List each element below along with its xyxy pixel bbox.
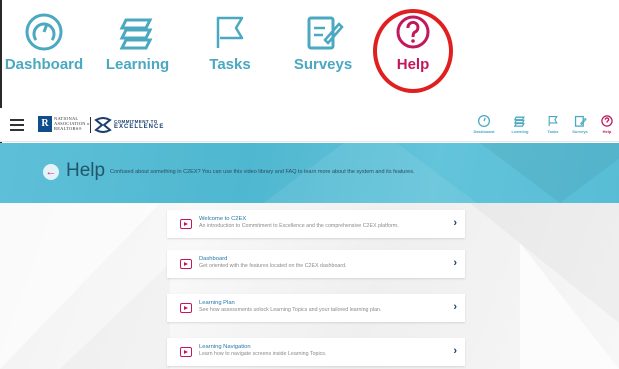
nav-tasks-label: Tasks [209, 56, 251, 73]
c2ex-logo-icon [94, 117, 112, 133]
highlight-circle [373, 9, 453, 93]
surveys-edit-icon [574, 115, 587, 127]
video-play-icon [180, 303, 192, 313]
bg-facet [520, 243, 619, 369]
header-nav-surveys[interactable]: Surveys [565, 114, 595, 134]
nav-learning[interactable]: Learning [100, 10, 175, 73]
video-card[interactable]: Learning Navigation Learn how to navigat… [167, 338, 465, 366]
header-nav-learning[interactable]: Learning [505, 114, 535, 134]
video-title: Learning Plan [199, 300, 235, 306]
bg-facet [60, 263, 170, 369]
page-description: Confused about something in C2EX? You ca… [110, 169, 415, 175]
header-nav-label: Learning [511, 129, 529, 134]
video-play-icon [180, 219, 192, 229]
learning-books-icon [119, 18, 152, 50]
header-nav-label: Help [602, 129, 612, 134]
header-nav-tasks[interactable]: Tasks [538, 114, 568, 134]
nav-tasks[interactable]: Tasks [200, 10, 260, 73]
video-library: Welcome to C2EX An introduction to Commi… [0, 203, 619, 369]
tasks-flag-icon [216, 16, 244, 48]
help-banner: ← Help Confused about something in C2EX?… [0, 143, 619, 203]
learning-books-icon [513, 116, 525, 127]
nav-surveys-label: Surveys [293, 56, 353, 73]
app-header: R NATIONAL ASSOCIATION of REALTORS® COMM… [0, 108, 619, 142]
tasks-flag-icon [548, 115, 558, 127]
video-card[interactable]: Learning Plan See how assessments unlock… [167, 294, 465, 322]
realtor-logo-text: NATIONAL ASSOCIATION of REALTORS® [54, 116, 91, 132]
back-arrow-icon: ← [45, 166, 57, 178]
video-play-icon [180, 347, 192, 357]
help-question-icon [601, 115, 613, 127]
nav-dashboard[interactable]: Dashboard [2, 10, 86, 73]
video-play-icon [180, 259, 192, 269]
chevron-right-icon: › [453, 301, 457, 313]
banner-facet [480, 143, 619, 203]
logo-divider [90, 117, 91, 133]
logo-line: REALTORS® [54, 126, 82, 132]
realtor-logo-letter: R [41, 118, 49, 129]
enlarged-nav-bar: Dashboard Learning Tasks Surveys Help [0, 0, 619, 100]
video-card[interactable]: Welcome to C2EX An introduction to Commi… [167, 210, 465, 238]
video-description: See how assessments unlock Learning Topi… [199, 307, 382, 313]
nav-surveys[interactable]: Surveys [288, 10, 358, 73]
video-description: An introduction to Commitment to Excelle… [199, 223, 399, 229]
logo2-line: EXCELLENCE [114, 123, 165, 130]
dashboard-gauge-icon [25, 13, 63, 51]
dashboard-gauge-icon [477, 114, 491, 128]
chevron-right-icon: › [453, 345, 457, 357]
chevron-right-icon: › [453, 217, 457, 229]
video-title: Dashboard [199, 256, 228, 262]
video-card[interactable]: Dashboard Get oriented with the features… [167, 250, 465, 278]
header-nav-label: Tasks [547, 129, 559, 134]
surveys-edit-icon [307, 16, 344, 50]
video-description: Learn how to navigate screens inside Lea… [199, 351, 327, 357]
page-title: Help [66, 160, 106, 181]
header-nav-label: Surveys [572, 129, 588, 134]
header-nav-dashboard[interactable]: Dashboard [469, 114, 499, 134]
nav-dashboard-label: Dashboard [4, 56, 84, 73]
nav-learning-label: Learning [105, 56, 170, 73]
back-button[interactable]: ← [43, 164, 59, 180]
header-nav-help[interactable]: Help [595, 114, 619, 134]
c2ex-logo-text: COMMITMENT TO EXCELLENCE [114, 119, 164, 130]
menu-icon[interactable] [10, 119, 24, 134]
chevron-right-icon: › [453, 257, 457, 269]
video-description: Get oriented with the features located o… [199, 263, 347, 269]
realtor-logo[interactable]: R [38, 116, 52, 132]
video-title: Welcome to C2EX [199, 216, 247, 222]
header-nav-label: Dashboard [473, 129, 495, 134]
video-title: Learning Navigation [199, 344, 251, 350]
